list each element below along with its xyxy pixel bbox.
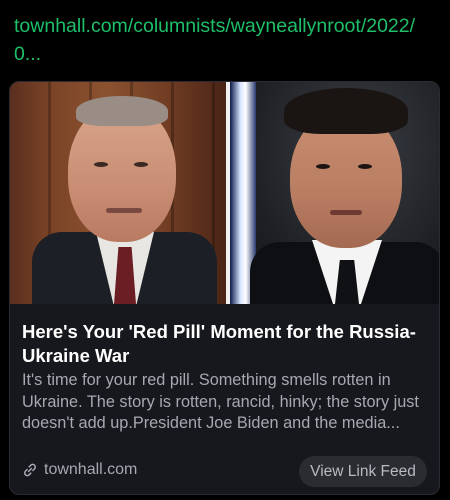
figure-left-mouth bbox=[106, 208, 142, 213]
preview-photo-left bbox=[10, 82, 226, 304]
figure-right-eye bbox=[358, 164, 372, 169]
view-link-feed-button[interactable]: View Link Feed bbox=[299, 456, 427, 487]
figure-right-eye bbox=[316, 164, 330, 169]
figure-right-mouth bbox=[330, 210, 362, 215]
card-description: It's time for your red pill. Something s… bbox=[22, 371, 419, 432]
figure-left-eye bbox=[94, 162, 108, 167]
card-domain-label: townhall.com bbox=[44, 461, 138, 478]
figure-left-eye bbox=[134, 162, 148, 167]
link-url[interactable]: townhall.com/columnists/wayneallynroot/2… bbox=[14, 12, 436, 68]
preview-photo-right bbox=[230, 82, 439, 304]
preview-image[interactable] bbox=[10, 82, 439, 304]
figure-right-hair bbox=[284, 88, 408, 134]
card-headline[interactable]: Here's Your 'Red Pill' Moment for the Ru… bbox=[22, 320, 432, 368]
figure-left-hair bbox=[76, 96, 168, 126]
link-preview-card[interactable]: Here's Your 'Red Pill' Moment for the Ru… bbox=[9, 81, 440, 495]
link-icon bbox=[24, 463, 36, 477]
card-domain[interactable]: townhall.com bbox=[22, 461, 137, 479]
